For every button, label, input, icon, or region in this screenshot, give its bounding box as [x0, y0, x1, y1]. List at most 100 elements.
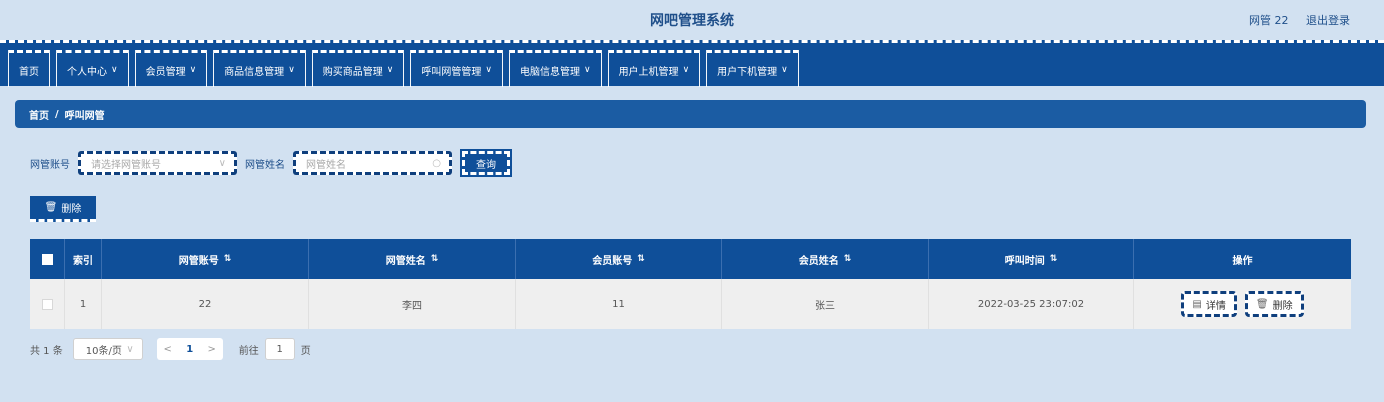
nav-call-admin[interactable]: 呼叫网管管理 ∨: [410, 50, 503, 87]
chevron-down-icon: ∨: [386, 65, 394, 75]
chevron-down-icon: ∨: [583, 65, 591, 75]
table-row: 1 22 李四 11 张三 2022-03-25 23:07:02 ▤ 详情 🗑 删…: [30, 279, 1351, 329]
nav-member-management[interactable]: 会员管理 ∨: [134, 50, 208, 87]
delete-label: 删除: [1272, 300, 1293, 312]
row-delete-button[interactable]: 🗑 删除: [1244, 291, 1304, 317]
header-label: 操作: [1232, 255, 1253, 267]
select-all-checkbox[interactable]: [41, 253, 53, 265]
next-page-icon[interactable]: >: [201, 344, 223, 355]
search-bar: 网管账号 请选择网管账号 ∨ 网管姓名 网管姓名 ○ 查询: [30, 149, 512, 177]
nav-user-login[interactable]: 用户上机管理 ∨: [607, 50, 701, 87]
cell-index: 1: [65, 279, 102, 329]
app-title: 网吧管理系统: [650, 13, 734, 29]
nav-computer-info[interactable]: 电脑信息管理 ∨: [508, 50, 602, 87]
nav-label: 呼叫网管管理: [421, 66, 482, 78]
goto-page-input[interactable]: 1: [264, 338, 295, 360]
nav-label: 个人中心: [67, 66, 107, 78]
header-label: 网管姓名: [385, 255, 426, 267]
search-icon: ○: [432, 157, 441, 169]
name-label: 网管姓名: [245, 159, 285, 171]
trash-icon: 🗑: [1255, 298, 1269, 310]
cell-actions: ▤ 详情 🗑 删除: [1134, 279, 1351, 329]
main-nav: 首页 个人中心 ∨ 会员管理 ∨ 商品信息管理 ∨ 购买商品管理 ∨ 呼叫网管管理 ∨ 电…: [0, 40, 1384, 87]
sort-icon[interactable]: ⇅: [224, 254, 232, 264]
account-label: 网管账号: [30, 159, 70, 171]
nav-label: 电脑信息管理: [519, 66, 580, 78]
header-label: 会员账号: [592, 255, 633, 267]
goto-label: 前往: [238, 345, 259, 357]
cell-admin-name: 李四: [309, 279, 516, 329]
chevron-down-icon: ∨: [111, 65, 118, 75]
bulk-delete-label: 删除: [61, 204, 82, 215]
nav-label: 用户上机管理: [618, 66, 679, 78]
header-admin-name[interactable]: 网管姓名 ⇅: [309, 239, 516, 279]
sort-icon[interactable]: ⇅: [431, 254, 439, 264]
header-label: 网管账号: [178, 255, 219, 267]
nav-label: 商品信息管理: [224, 66, 285, 78]
page-number[interactable]: 1: [179, 344, 201, 355]
header-label: 索引: [73, 255, 93, 267]
header-admin-account[interactable]: 网管账号 ⇅: [102, 239, 309, 279]
current-user: 网管 22: [1249, 14, 1289, 27]
row-checkbox[interactable]: [41, 298, 53, 310]
total-count: 共 1 条: [30, 345, 63, 357]
header-member-account[interactable]: 会员账号 ⇅: [516, 239, 722, 279]
page-buttons: < 1 >: [156, 338, 223, 360]
account-select[interactable]: 请选择网管账号 ∨: [78, 151, 237, 175]
chevron-down-icon: ∨: [682, 65, 690, 75]
table-header: 索引 网管账号 ⇅ 网管姓名 ⇅ 会员账号 ⇅ 会员姓名 ⇅ 呼叫时间 ⇅ 操作: [30, 239, 1351, 279]
chevron-down-icon: ∨: [781, 65, 788, 75]
cell-member-account: 11: [516, 279, 722, 329]
prev-page-icon[interactable]: <: [157, 344, 179, 355]
nav-product-info[interactable]: 商品信息管理 ∨: [213, 50, 306, 87]
breadcrumb: 首页 / 呼叫网管: [15, 100, 1366, 128]
detail-label: 详情: [1205, 300, 1226, 312]
account-placeholder: 请选择网管账号: [91, 159, 161, 171]
row-select-cell: [30, 279, 65, 329]
trash-icon: 🗑: [44, 202, 58, 213]
breadcrumb-separator: /: [55, 108, 59, 120]
top-bar: 网吧管理系统 网管 22 退出登录: [0, 0, 1384, 40]
chevron-down-icon: ∨: [189, 65, 197, 75]
bulk-delete-button[interactable]: 🗑 删除: [30, 196, 96, 222]
name-placeholder: 网管姓名: [306, 159, 346, 171]
header-label: 呼叫时间: [1004, 255, 1045, 267]
nav-personal-center[interactable]: 个人中心 ∨: [56, 50, 129, 87]
select-all-cell: [30, 239, 65, 279]
call-admin-table: 索引 网管账号 ⇅ 网管姓名 ⇅ 会员账号 ⇅ 会员姓名 ⇅ 呼叫时间 ⇅ 操作 1 22…: [30, 239, 1351, 329]
cell-member-name: 张三: [722, 279, 929, 329]
nav-home[interactable]: 首页: [8, 50, 50, 87]
header-index: 索引: [65, 239, 102, 279]
sort-icon[interactable]: ⇅: [844, 254, 852, 264]
detail-button[interactable]: ▤ 详情: [1181, 291, 1237, 317]
header-actions: 操作: [1134, 239, 1351, 279]
header-label: 会员姓名: [798, 255, 839, 267]
breadcrumb-home[interactable]: 首页: [29, 107, 49, 122]
nav-label: 购买商品管理: [322, 66, 383, 78]
cell-admin-account: 22: [102, 279, 309, 329]
nav-label: 首页: [19, 66, 39, 78]
query-button[interactable]: 查询: [460, 149, 512, 177]
pagination: 共 1 条 10条/页 ∨ < 1 > 前往 1 页: [30, 338, 311, 360]
sort-icon[interactable]: ⇅: [637, 254, 645, 264]
page-size-select[interactable]: 10条/页 ∨: [72, 338, 143, 360]
sort-icon[interactable]: ⇅: [1050, 254, 1058, 264]
chevron-down-icon: ∨: [288, 65, 295, 75]
nav-user-logout[interactable]: 用户下机管理 ∨: [706, 50, 799, 87]
breadcrumb-current: 呼叫网管: [64, 110, 105, 122]
page-size-value: 10条/页: [85, 345, 122, 357]
page-suffix: 页: [300, 345, 311, 357]
nav-label: 会员管理: [145, 66, 186, 78]
header-member-name[interactable]: 会员姓名 ⇅: [722, 239, 929, 279]
nav-purchase-management[interactable]: 购买商品管理 ∨: [311, 50, 405, 87]
chevron-down-icon: ∨: [126, 343, 134, 355]
nav-label: 用户下机管理: [717, 66, 778, 78]
chevron-down-icon: ∨: [485, 65, 492, 75]
chevron-down-icon: ∨: [218, 157, 226, 169]
cell-call-time: 2022-03-25 23:07:02: [929, 279, 1134, 329]
logout-link[interactable]: 退出登录: [1306, 14, 1350, 27]
user-area: 网管 22 退出登录: [1235, 12, 1350, 28]
document-icon: ▤: [1192, 298, 1202, 310]
header-call-time[interactable]: 呼叫时间 ⇅: [929, 239, 1134, 279]
name-input[interactable]: 网管姓名 ○: [293, 151, 452, 175]
